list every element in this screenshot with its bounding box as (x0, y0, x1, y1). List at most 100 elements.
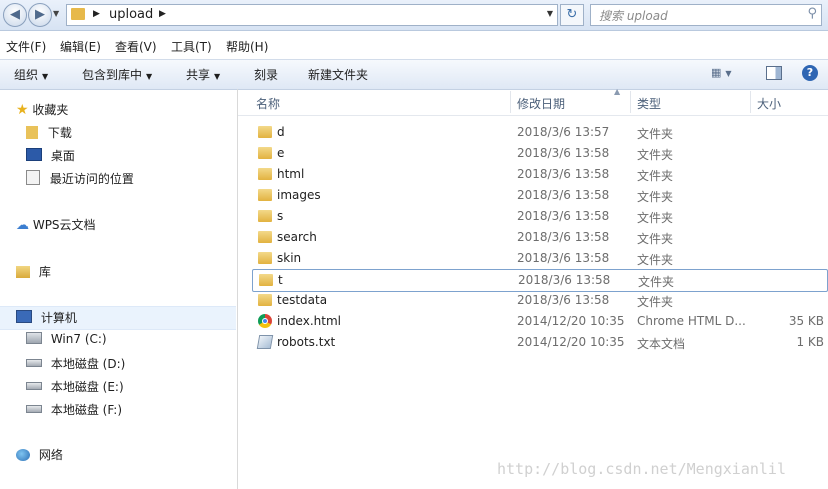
search-input[interactable]: 搜索 upload ⚲ (590, 4, 822, 26)
nav-drive-e-label: 本地磁盘 (E:) (50, 380, 124, 394)
table-row[interactable]: html 2018/3/6 13:58 文件夹 (252, 164, 828, 185)
column-type[interactable]: 类型 (637, 95, 661, 112)
file-type: 文件夹 (637, 253, 674, 267)
nav-recent[interactable]: 最近访问的位置 (26, 170, 134, 187)
address-dropdown-icon[interactable]: ▼ (547, 9, 553, 18)
search-placeholder: 搜索 upload (599, 9, 668, 23)
nav-drive-f[interactable]: 本地磁盘 (F:) (26, 401, 122, 418)
file-type: 文件夹 (637, 190, 674, 204)
column-name[interactable]: 名称 (256, 95, 280, 112)
column-divider[interactable] (630, 91, 631, 113)
command-bar: 组织 ▼ 包含到库中 ▼ 共享 ▼ 刻录 新建文件夹 ▦ ▼ ? (0, 59, 828, 90)
file-type: 文件夹 (637, 127, 674, 141)
file-type: 文件夹 (637, 211, 674, 225)
forward-button[interactable]: ▶ (28, 3, 52, 27)
file-date: 2018/3/6 13:58 (517, 167, 610, 181)
file-type: 文件夹 (637, 148, 674, 162)
nav-libraries[interactable]: 库 (16, 263, 51, 280)
search-icon[interactable]: ⚲ (807, 6, 817, 21)
file-date: 2018/3/6 13:58 (517, 209, 610, 223)
nav-drive-c[interactable]: Win7 (C:) (26, 332, 107, 346)
file-type: 文件夹 (638, 275, 675, 289)
file-name: e (277, 146, 285, 160)
menu-bar: 文件(F) 编辑(E) 查看(V) 工具(T) 帮助(H) (0, 37, 828, 57)
hard-drive-icon (26, 359, 42, 367)
preview-pane-icon[interactable] (766, 66, 782, 80)
hard-drive-icon (26, 405, 42, 413)
new-folder-button[interactable]: 新建文件夹 (308, 66, 368, 83)
refresh-button[interactable]: ↻ (560, 4, 584, 26)
share-button[interactable]: 共享 ▼ (186, 66, 220, 83)
file-date: 2014/12/20 10:35 (517, 335, 625, 349)
address-bar: ◀ ▶ ▼ ▶ upload ▶ ▼ ↻ 搜索 upload ⚲ (0, 0, 828, 31)
folder-icon (258, 252, 272, 264)
text-file-icon (256, 335, 274, 349)
table-row[interactable]: testdata 2018/3/6 13:58 文件夹 (252, 290, 828, 311)
nav-recent-label: 最近访问的位置 (49, 172, 134, 186)
recent-pages-dropdown-icon[interactable]: ▼ (53, 9, 59, 18)
nav-wps-cloud[interactable]: ☁ WPS云文档 (16, 216, 96, 233)
nav-favorites[interactable]: ★ 收藏夹 (16, 101, 68, 118)
nav-desktop[interactable]: 桌面 (26, 147, 75, 164)
folder-icon (258, 189, 272, 201)
nav-computer[interactable]: 计算机 (16, 309, 77, 326)
folder-icon (258, 126, 272, 138)
menu-help[interactable]: 帮助(H) (226, 38, 268, 55)
nav-computer-label: 计算机 (40, 311, 77, 325)
organize-button[interactable]: 组织 ▼ (14, 66, 48, 83)
table-row[interactable]: robots.txt 2014/12/20 10:35 文本文档 1 KB (252, 332, 828, 353)
menu-tools[interactable]: 工具(T) (171, 38, 212, 55)
nav-libraries-label: 库 (38, 265, 51, 279)
windows-drive-icon (26, 332, 42, 344)
file-date: 2018/3/6 13:58 (517, 230, 610, 244)
nav-drive-e[interactable]: 本地磁盘 (E:) (26, 378, 124, 395)
file-name: t (278, 273, 283, 287)
table-row[interactable]: search 2018/3/6 13:58 文件夹 (252, 227, 828, 248)
back-button[interactable]: ◀ (3, 3, 27, 27)
file-type: Chrome HTML D... (637, 314, 746, 328)
organize-label: 组织 (14, 68, 39, 82)
menu-file[interactable]: 文件(F) (6, 38, 46, 55)
help-icon[interactable]: ? (802, 65, 818, 81)
chevron-down-icon: ▼ (725, 69, 732, 78)
table-row[interactable]: images 2018/3/6 13:58 文件夹 (252, 185, 828, 206)
file-size: 1 KB (796, 335, 824, 349)
file-type: 文本文档 (637, 337, 686, 351)
column-size[interactable]: 大小 (757, 95, 781, 112)
column-divider[interactable] (750, 91, 751, 113)
file-date: 2018/3/6 13:58 (518, 273, 611, 287)
nav-drive-c-label: Win7 (C:) (50, 332, 107, 346)
breadcrumb-chevron-icon[interactable]: ▶ (159, 9, 166, 19)
table-row[interactable]: index.html 2014/12/20 10:35 Chrome HTML … (252, 311, 828, 332)
file-name: search (277, 230, 317, 244)
table-row[interactable]: s 2018/3/6 13:58 文件夹 (252, 206, 828, 227)
menu-view[interactable]: 查看(V) (115, 38, 157, 55)
nav-downloads[interactable]: 下载 (26, 124, 72, 141)
table-row-selected[interactable]: t 2018/3/6 13:58 文件夹 (252, 269, 828, 292)
include-in-library-button[interactable]: 包含到库中 ▼ (82, 66, 152, 83)
file-type: 文件夹 (637, 232, 674, 246)
column-header: ▲ 名称 修改日期 类型 大小 (238, 87, 828, 116)
view-options-button[interactable]: ▦ ▼ (711, 66, 732, 79)
address-field[interactable]: ▶ upload ▶ ▼ (66, 4, 558, 26)
table-row[interactable]: skin 2018/3/6 13:58 文件夹 (252, 248, 828, 269)
network-icon (16, 449, 30, 461)
nav-network-label: 网络 (38, 448, 63, 462)
table-row[interactable]: e 2018/3/6 13:58 文件夹 (252, 143, 828, 164)
file-name: html (277, 167, 305, 181)
table-row[interactable]: d 2018/3/6 13:57 文件夹 (252, 122, 828, 143)
desktop-icon (26, 148, 42, 161)
file-name: index.html (277, 314, 341, 328)
nav-wps-cloud-label: WPS云文档 (32, 218, 96, 232)
breadcrumb-chevron-icon[interactable]: ▶ (93, 9, 100, 19)
star-icon: ★ (16, 102, 29, 118)
column-modified[interactable]: 修改日期 (517, 95, 565, 112)
breadcrumb-upload[interactable]: upload (109, 7, 153, 22)
view-list-icon: ▦ (711, 66, 722, 79)
nav-network[interactable]: 网络 (16, 446, 63, 463)
menu-edit[interactable]: 编辑(E) (60, 38, 101, 55)
column-divider[interactable] (510, 91, 511, 113)
nav-drive-d[interactable]: 本地磁盘 (D:) (26, 355, 125, 372)
burn-button[interactable]: 刻录 (254, 66, 278, 83)
nav-favorites-label: 收藏夹 (32, 103, 69, 117)
